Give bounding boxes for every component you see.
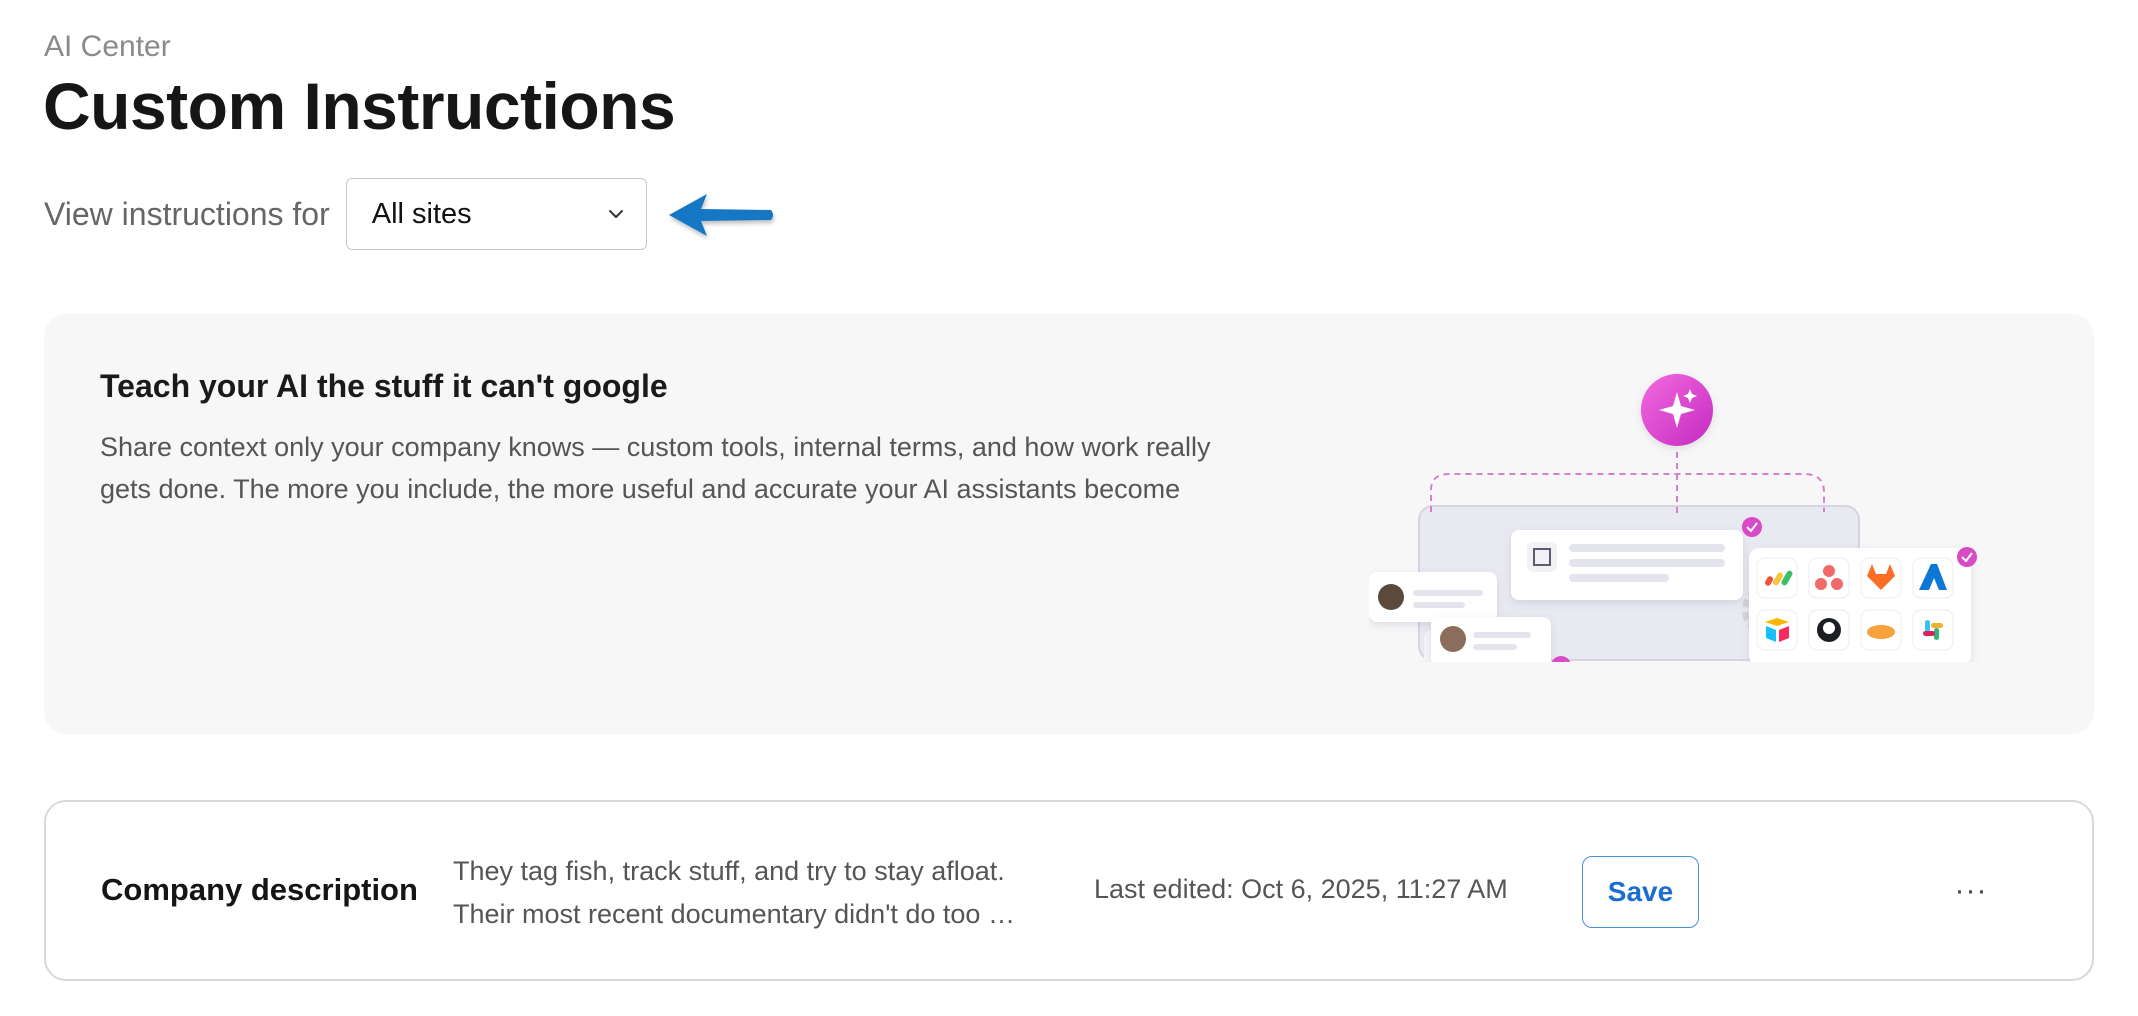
hero-description: Share context only your company knows — … [100, 432, 1211, 504]
filter-label: View instructions for [44, 195, 330, 232]
hero-banner: Teach your AI the stuff it can't google … [44, 314, 2094, 734]
page-title: Custom Instructions [43, 69, 676, 143]
last-edited-timestamp: Last edited: Oct 6, 2025, 11:27 AM [1094, 874, 1508, 904]
annotation-arrow-icon [669, 194, 773, 236]
save-button[interactable]: Save [1582, 856, 1699, 928]
ai-integrations-illustration [1369, 374, 1977, 662]
hero-title: Teach your AI the stuff it can't google [100, 368, 668, 404]
instruction-title: Company description [101, 872, 418, 907]
instruction-preview: They tag fish, track stuff, and try to s… [453, 850, 1033, 936]
chevron-down-icon [608, 210, 623, 218]
instruction-card-company-description: Company description They tag fish, track… [44, 800, 2094, 981]
page: AI Center Custom Instructions View instr… [0, 0, 2138, 1016]
instruction-preview-line: Their most recent documentary didn't do … [453, 899, 1033, 929]
site-filter: View instructions for All sites [44, 178, 647, 250]
instruction-preview-line: They tag fish, track stuff, and try to s… [453, 856, 1005, 886]
more-options-icon[interactable]: ··· [1946, 868, 1996, 914]
breadcrumb[interactable]: AI Center [44, 30, 171, 64]
site-select[interactable]: All sites [345, 178, 647, 250]
site-select-value: All sites [371, 197, 472, 230]
